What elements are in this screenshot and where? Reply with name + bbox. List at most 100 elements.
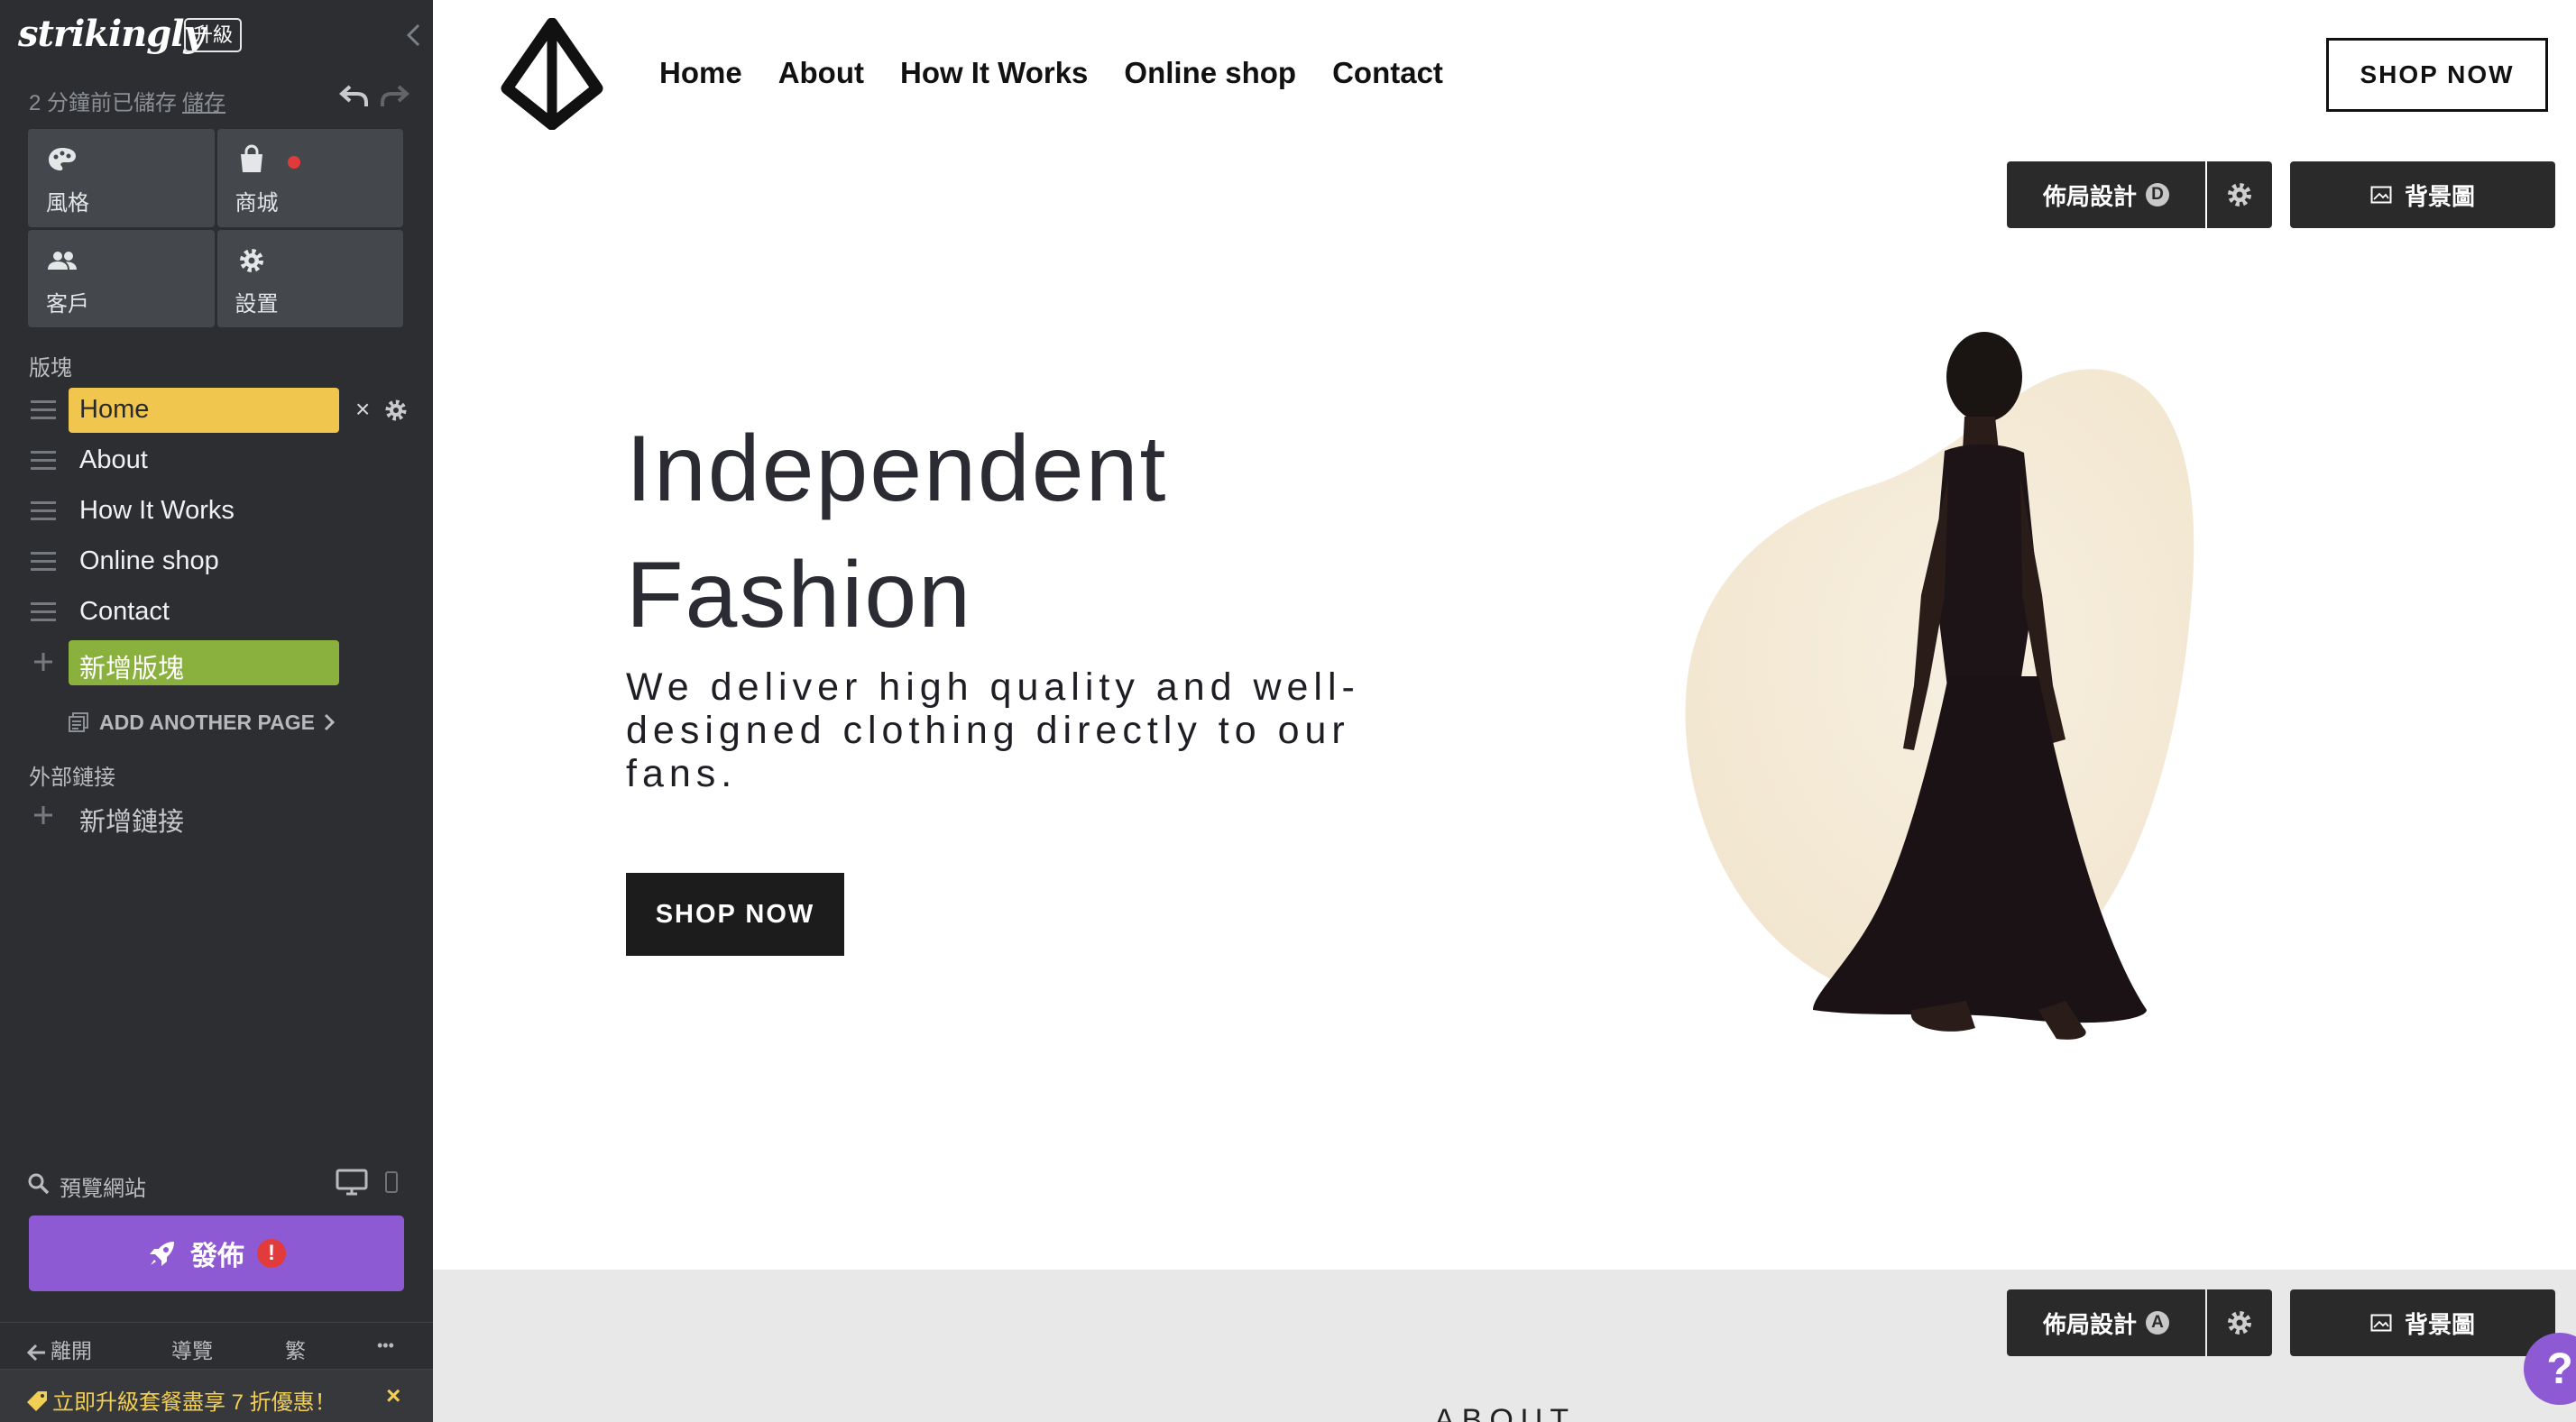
preview-row: 預覽網站 — [27, 1169, 406, 1202]
sections-heading: 版塊 — [29, 356, 72, 381]
nav-link-online-shop[interactable]: Online shop — [1124, 56, 1296, 90]
hero-shop-now-button[interactable]: SHOP NOW — [626, 873, 844, 956]
section-settings-button[interactable] — [2207, 161, 2272, 228]
leave-label: 離開 — [51, 1339, 92, 1362]
section-settings-icon[interactable] — [382, 397, 409, 424]
chevron-right-icon — [324, 713, 335, 731]
desktop-icon[interactable] — [336, 1169, 368, 1196]
section-settings-button[interactable] — [2207, 1289, 2272, 1356]
add-link-label: 新增鏈接 — [79, 808, 185, 837]
section-toolbar-bottom: 佈局設計 A 背景圖 — [2007, 1289, 2557, 1356]
section-item-about[interactable]: About — [0, 436, 433, 483]
site-logo[interactable] — [496, 18, 608, 130]
leave-button[interactable]: 離開 — [27, 1334, 92, 1364]
tile-customers[interactable]: 客戶 — [28, 229, 215, 327]
drag-handle-icon[interactable] — [31, 400, 56, 420]
search-icon[interactable] — [27, 1172, 51, 1196]
tile-settings[interactable]: 設置 — [216, 229, 403, 327]
section-toolbar-top: 佈局設計 D 背景圖 — [2007, 161, 2557, 228]
nav-link-how-it-works[interactable]: How It Works — [900, 56, 1088, 90]
hero-title: Independent Fashion — [626, 406, 1167, 658]
users-icon — [48, 251, 77, 270]
redo-icon[interactable] — [379, 83, 409, 110]
section-item-online-shop[interactable]: Online shop — [0, 537, 433, 584]
close-promo-icon[interactable]: × — [386, 1381, 400, 1410]
more-options-button[interactable]: ••• — [377, 1336, 394, 1355]
save-status-text: 2 分鐘前已儲存 — [29, 91, 178, 115]
guide-button[interactable]: 導覽 — [171, 1334, 213, 1364]
upgrade-button[interactable]: 升級 — [184, 18, 243, 52]
undo-icon[interactable] — [339, 83, 370, 110]
drag-handle-icon[interactable] — [31, 451, 56, 471]
section-label: Online shop — [79, 546, 219, 575]
drag-handle-icon[interactable] — [31, 501, 56, 521]
header-shop-now-button[interactable]: SHOP NOW — [2326, 38, 2548, 112]
editor-sidebar: strikingly 升級 2 分鐘前已儲存 儲存 風格 商城 客戶 設置 版塊 … — [0, 0, 433, 1422]
alert-icon: ! — [257, 1239, 286, 1268]
tile-store[interactable]: 商城 — [216, 129, 403, 227]
layout-design-button[interactable]: 佈局設計 D — [2007, 161, 2205, 228]
arrow-left-icon — [27, 1344, 45, 1361]
shopping-bag-icon — [240, 144, 262, 172]
site-canvas: Home About How It Works Online shop Cont… — [433, 0, 2576, 1422]
add-section-button[interactable]: 新增版塊 — [0, 638, 433, 685]
external-links-heading: 外部鏈接 — [29, 766, 115, 790]
sidebar-footer: 離開 導覽 繁 ••• — [0, 1322, 433, 1369]
promo-banner[interactable]: 立即升級套餐盡享 7 折優惠！ × — [0, 1369, 433, 1422]
palette-icon — [49, 148, 76, 170]
nav-link-home[interactable]: Home — [659, 56, 742, 90]
notification-dot — [287, 156, 300, 169]
tile-customers-label: 客戶 — [46, 291, 89, 317]
section-item-how-it-works[interactable]: How It Works — [0, 487, 433, 534]
plus-icon — [34, 806, 52, 824]
hero-title-line2: Fashion — [626, 543, 972, 647]
promo-label: 立即升級套餐盡享 7 折優惠！ — [52, 1390, 336, 1415]
add-link-button[interactable]: 新增鏈接 — [0, 792, 433, 839]
section-item-contact[interactable]: Contact — [0, 588, 433, 635]
tile-style-label: 風格 — [46, 191, 89, 216]
delete-section-icon[interactable]: × — [355, 395, 370, 424]
background-label: 背景圖 — [2404, 182, 2475, 210]
drag-handle-icon[interactable] — [31, 552, 56, 572]
tile-store-label: 商城 — [235, 191, 279, 216]
section-item-home[interactable]: Home × — [0, 386, 433, 433]
publish-label: 發佈 — [190, 1242, 244, 1271]
section-label: How It Works — [79, 496, 235, 525]
hero-image[interactable] — [1678, 307, 2237, 1064]
background-image-button[interactable]: 背景圖 — [2290, 161, 2555, 228]
section-label: Contact — [79, 597, 170, 626]
about-heading: ABOUT — [1434, 1403, 1577, 1422]
shortcut-key-badge: A — [2146, 1311, 2169, 1335]
layout-design-button[interactable]: 佈局設計 A — [2007, 1289, 2205, 1356]
rocket-icon — [150, 1242, 174, 1266]
layout-label: 佈局設計 — [2042, 1310, 2137, 1338]
tile-settings-label: 設置 — [235, 291, 279, 317]
strikingly-logo[interactable]: strikingly — [18, 13, 205, 55]
image-icon — [2370, 1314, 2392, 1332]
tile-style[interactable]: 風格 — [28, 129, 215, 227]
collapse-sidebar-icon[interactable] — [402, 22, 426, 49]
save-status: 2 分鐘前已儲存 儲存 — [29, 85, 225, 116]
section-label: About — [79, 445, 148, 474]
preview-site-link[interactable]: 預覽網站 — [60, 1170, 146, 1202]
gear-icon — [2228, 1311, 2251, 1335]
tag-icon — [27, 1391, 47, 1411]
site-nav: Home About How It Works Online shop Cont… — [659, 56, 1443, 90]
nav-link-contact[interactable]: Contact — [1332, 56, 1443, 90]
language-button[interactable]: 繁 — [285, 1334, 306, 1364]
layout-label: 佈局設計 — [2042, 182, 2137, 210]
add-another-page-button[interactable]: ADD ANOTHER PAGE — [67, 709, 335, 736]
hero-subtitle: We deliver high quality and well-designe… — [626, 665, 1360, 795]
section-label: Home — [79, 395, 150, 424]
drag-handle-icon[interactable] — [31, 602, 56, 622]
publish-button[interactable]: 發佈 ! — [29, 1216, 404, 1291]
save-link[interactable]: 儲存 — [182, 91, 225, 115]
gear-icon — [2228, 183, 2251, 206]
background-image-button[interactable]: 背景圖 — [2290, 1289, 2555, 1356]
promo-text: 立即升級套餐盡享 7 折優惠！ — [25, 1384, 336, 1416]
nav-link-about[interactable]: About — [778, 56, 864, 90]
add-section-label: 新增版塊 — [79, 655, 185, 683]
mobile-icon[interactable] — [384, 1170, 399, 1194]
plus-icon — [34, 653, 52, 671]
image-icon — [2370, 186, 2392, 204]
